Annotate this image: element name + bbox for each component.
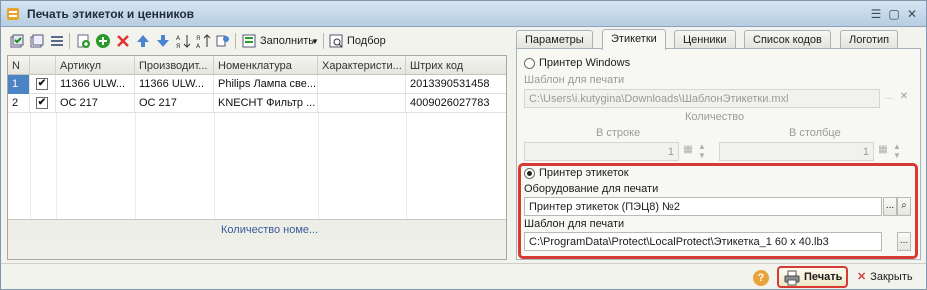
move-down-icon[interactable] — [155, 33, 171, 49]
article-cell[interactable]: OC 217 — [56, 94, 135, 113]
toolbar-separator — [69, 33, 70, 49]
column-header-characteristic[interactable]: Характеристи... — [318, 56, 406, 75]
add-icon[interactable] — [75, 33, 91, 49]
fill-icon[interactable] — [241, 33, 257, 49]
tab-parameters[interactable]: Параметры — [516, 30, 593, 49]
uncheck-all-icon[interactable] — [29, 33, 45, 49]
template-label: Шаблон для печати — [524, 74, 625, 86]
clear-icon[interactable]: ✕ — [897, 89, 911, 108]
bottom-bar: ? Печать ✕ Закрыть — [1, 263, 926, 290]
highlight-frame — [518, 163, 918, 259]
fill-dropdown-icon[interactable]: ▼ — [311, 37, 319, 46]
tab-code-list[interactable]: Список кодов — [744, 30, 831, 49]
printer-windows-radio[interactable] — [524, 58, 535, 69]
column-header-article[interactable]: Артикул — [56, 56, 135, 75]
table-row[interactable]: 1 ✔ 11366 ULW... 11366 ULW... Philips Ла… — [8, 75, 506, 94]
toolbar-separator — [323, 33, 324, 49]
title-bar: Печать этикеток и ценников ☰ ▢ ✕ — [1, 1, 926, 27]
close-icon: ✕ — [857, 271, 867, 283]
tab-logo[interactable]: Логотип — [840, 30, 899, 49]
move-up-icon[interactable] — [135, 33, 151, 49]
row-checkbox-cell[interactable]: ✔ — [30, 94, 56, 113]
maker-cell[interactable]: 11366 ULW... — [135, 75, 214, 94]
in-row-field[interactable]: 1 — [524, 142, 679, 161]
barcode-cell[interactable]: 4009026027783 — [406, 94, 506, 113]
template-path-field[interactable]: C:\Users\i.kutygina\Downloads\ШаблонЭтик… — [524, 89, 880, 108]
characteristic-cell[interactable] — [318, 75, 406, 94]
tab-labels[interactable]: Этикетки — [602, 29, 666, 50]
check-all-icon[interactable] — [9, 33, 25, 49]
article-cell[interactable]: 11366 ULW... — [56, 75, 135, 94]
restore-icon[interactable]: ▢ — [886, 6, 902, 22]
row-checkbox[interactable]: ✔ — [36, 97, 48, 109]
column-header-nomenclature[interactable]: Номенклатура — [214, 56, 318, 75]
app-icon — [7, 8, 19, 20]
close-label: Закрыть — [870, 271, 913, 283]
grid-toolbar: AЯ ЯA Заполнить ▼ Подбор — [7, 30, 507, 52]
spin-icon[interactable]: ▲ ▼ — [695, 142, 709, 161]
column-header-maker[interactable]: Производит... — [135, 56, 214, 75]
select-icon[interactable] — [328, 33, 344, 49]
items-table: N Артикул Производит... Номенклатура Хар… — [7, 55, 507, 260]
window-title: Печать этикеток и ценников — [27, 7, 195, 21]
sort-desc-icon[interactable]: ЯA — [195, 33, 211, 49]
calculator-icon[interactable]: ▦ — [681, 142, 695, 161]
calculator-icon[interactable]: ▦ — [876, 142, 890, 161]
tab-price-tags[interactable]: Ценники — [674, 30, 736, 49]
table-totals-row: Количество номе... — [8, 219, 506, 239]
close-icon[interactable]: ✕ — [904, 6, 920, 22]
fill-button[interactable]: Заполнить — [260, 35, 314, 47]
printer-icon — [784, 270, 800, 286]
settings-tabs: Параметры Этикетки Ценники Список кодов … — [516, 29, 921, 50]
print-label: Печать — [804, 271, 843, 283]
table-header: N Артикул Производит... Номенклатура Хар… — [8, 56, 506, 75]
list-icon[interactable] — [49, 33, 65, 49]
maker-cell[interactable]: OC 217 — [135, 94, 214, 113]
in-row-label: В строке — [596, 127, 641, 139]
spin-icon[interactable]: ▲ ▼ — [890, 142, 904, 161]
template-open-icon[interactable]: ... — [882, 89, 896, 108]
svg-text:Я: Я — [176, 43, 180, 49]
svg-text:Я: Я — [196, 35, 200, 42]
toolbar-separator — [235, 33, 236, 49]
quantity-label: Количество — [685, 111, 745, 123]
characteristic-cell[interactable] — [318, 94, 406, 113]
column-header-barcode[interactable]: Штрих код — [406, 56, 506, 75]
totals-quantity: Количество номе... — [221, 224, 319, 236]
svg-text:A: A — [196, 43, 201, 49]
nomenclature-cell[interactable]: KNECHT Фильтр ... — [214, 94, 318, 113]
nomenclature-cell[interactable]: Philips Лампа све... — [214, 75, 318, 94]
print-labels-window: Печать этикеток и ценников ☰ ▢ ✕ AЯ ЯA З… — [0, 0, 927, 290]
menu-icon[interactable]: ☰ — [868, 6, 884, 22]
barcode-cell[interactable]: 2013390531458 — [406, 75, 506, 94]
add-row-icon[interactable] — [95, 33, 111, 49]
in-column-label: В столбце — [789, 127, 841, 139]
row-number: 1 — [8, 75, 30, 94]
sort-asc-icon[interactable]: AЯ — [175, 33, 191, 49]
table-row[interactable]: 2 ✔ OC 217 OC 217 KNECHT Фильтр ... 4009… — [8, 94, 506, 113]
svg-text:A: A — [176, 35, 181, 42]
row-checkbox[interactable]: ✔ — [36, 78, 48, 90]
column-header-n[interactable]: N — [8, 56, 30, 75]
help-icon[interactable]: ? — [753, 270, 769, 286]
close-button[interactable]: ✕ Закрыть — [857, 270, 913, 283]
print-button[interactable]: Печать — [777, 266, 848, 288]
column-header-check[interactable] — [30, 56, 56, 75]
delete-icon[interactable] — [115, 33, 131, 49]
in-column-field[interactable]: 1 — [719, 142, 874, 161]
row-number: 2 — [8, 94, 30, 113]
settings-icon[interactable] — [215, 33, 231, 49]
horizontal-scrollbar[interactable] — [8, 239, 506, 259]
row-checkbox-cell[interactable]: ✔ — [30, 75, 56, 94]
select-button[interactable]: Подбор — [347, 35, 386, 47]
printer-windows-label: Принтер Windows — [539, 57, 631, 69]
